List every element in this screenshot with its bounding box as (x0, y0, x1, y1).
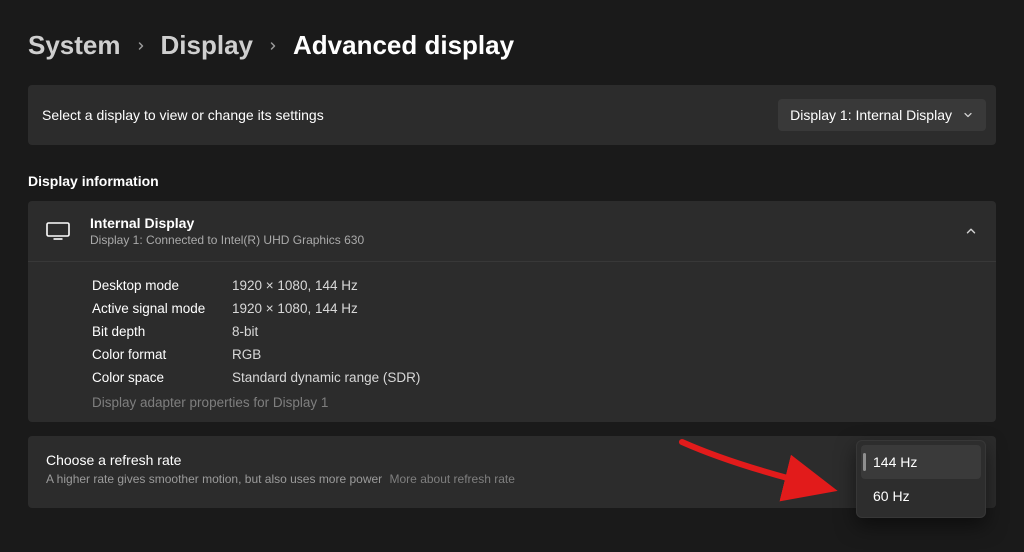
select-display-label: Select a display to view or change its s… (42, 107, 324, 123)
prop-label: Desktop mode (92, 278, 232, 293)
refresh-rate-dropdown-popup: 144 Hz 60 Hz (856, 440, 986, 518)
more-about-refresh-rate-link[interactable]: More about refresh rate (390, 472, 515, 486)
prop-label: Color format (92, 347, 232, 362)
breadcrumb-advanced-display: Advanced display (293, 30, 514, 61)
refresh-rate-card: Choose a refresh rate A higher rate give… (28, 436, 996, 508)
refresh-rate-option-144hz[interactable]: 144 Hz (861, 445, 981, 479)
breadcrumb-display[interactable]: Display (161, 30, 254, 61)
refresh-rate-subtitle: A higher rate gives smoother motion, but… (46, 472, 978, 486)
prop-label: Color space (92, 370, 232, 385)
prop-active-signal-mode: Active signal mode 1920 × 1080, 144 Hz (92, 297, 978, 320)
prop-desktop-mode: Desktop mode 1920 × 1080, 144 Hz (92, 274, 978, 297)
display-information-card: Internal Display Display 1: Connected to… (28, 201, 996, 422)
chevron-down-icon (962, 109, 974, 121)
display-select-value: Display 1: Internal Display (790, 107, 952, 123)
refresh-rate-title: Choose a refresh rate (46, 452, 978, 468)
chevron-right-icon (267, 36, 279, 56)
prop-color-space: Color space Standard dynamic range (SDR) (92, 366, 978, 389)
monitor-icon (46, 222, 70, 240)
prop-label: Bit depth (92, 324, 232, 339)
breadcrumb: System Display Advanced display (28, 30, 996, 61)
display-info-subtitle: Display 1: Connected to Intel(R) UHD Gra… (90, 233, 364, 247)
prop-value: 1920 × 1080, 144 Hz (232, 278, 358, 293)
refresh-rate-subtitle-text: A higher rate gives smoother motion, but… (46, 472, 382, 486)
prop-label: Active signal mode (92, 301, 232, 316)
chevron-up-icon (964, 224, 978, 238)
display-select-dropdown[interactable]: Display 1: Internal Display (778, 99, 986, 131)
prop-color-format: Color format RGB (92, 343, 978, 366)
annotation-arrow-icon (676, 434, 846, 508)
prop-value: 8-bit (232, 324, 258, 339)
display-info-title: Internal Display (90, 215, 364, 231)
display-information-heading: Display information (28, 173, 996, 189)
breadcrumb-system[interactable]: System (28, 30, 121, 61)
display-info-header[interactable]: Internal Display Display 1: Connected to… (28, 201, 996, 262)
prop-value: RGB (232, 347, 261, 362)
refresh-rate-option-60hz[interactable]: 60 Hz (861, 479, 981, 513)
select-display-card: Select a display to view or change its s… (28, 85, 996, 145)
display-adapter-properties-link[interactable]: Display adapter properties for Display 1 (92, 389, 978, 410)
prop-bit-depth: Bit depth 8-bit (92, 320, 978, 343)
chevron-right-icon (135, 36, 147, 56)
prop-value: 1920 × 1080, 144 Hz (232, 301, 358, 316)
prop-value: Standard dynamic range (SDR) (232, 370, 420, 385)
display-info-body: Desktop mode 1920 × 1080, 144 Hz Active … (28, 262, 996, 422)
